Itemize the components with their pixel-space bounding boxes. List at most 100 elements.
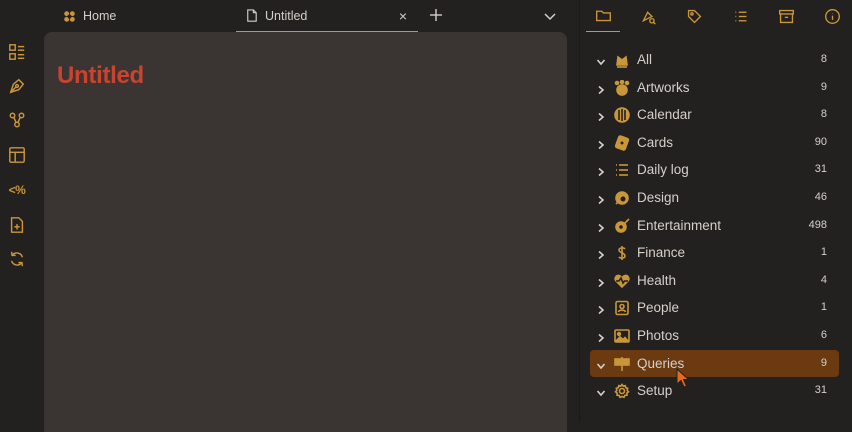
folder-item-health[interactable]: Health 4 <box>590 267 839 295</box>
chevron-down-icon[interactable] <box>596 386 606 397</box>
folder-label: People <box>637 300 680 316</box>
chevron-down-icon[interactable] <box>596 359 606 369</box>
chevron-right-icon[interactable] <box>596 110 606 122</box>
card-icon <box>614 135 630 151</box>
folder-count: 31 <box>814 384 827 397</box>
folder-label: Entertainment <box>637 217 722 233</box>
palette-icon <box>614 79 630 96</box>
entertainment-icon <box>614 217 630 234</box>
pen-icon[interactable] <box>7 76 27 96</box>
tab-untitled[interactable]: Untitled × <box>236 0 418 32</box>
right-panel-toolbar <box>580 0 852 32</box>
folder-count: 9 <box>820 356 827 369</box>
signpost-icon <box>614 356 630 372</box>
folder-item-artworks[interactable]: Artworks 9 <box>590 74 839 102</box>
folder-item-design[interactable]: Design 46 <box>590 184 839 212</box>
chevron-down-icon[interactable] <box>596 55 606 66</box>
folder-count: 1 <box>820 301 827 314</box>
folder-count: 31 <box>814 163 827 176</box>
tab-bar: Home Untitled × <box>34 0 567 32</box>
folder-item-photos[interactable]: Photos 6 <box>590 322 839 350</box>
folder-item-daily-log[interactable]: Daily log 31 <box>590 156 839 184</box>
home-icon <box>64 10 75 22</box>
folder-label: Photos <box>637 327 680 343</box>
info-tab-button[interactable] <box>822 6 842 26</box>
folder-item-setup[interactable]: Setup 31 <box>590 377 839 405</box>
folder-count: 4 <box>820 273 827 286</box>
new-tab-icon[interactable] <box>428 7 444 23</box>
dashboard-icon[interactable] <box>7 42 27 62</box>
folder-label: Health <box>637 272 677 288</box>
folder-item-queries[interactable]: Queries 9 <box>590 349 839 378</box>
folder-item-people[interactable]: People 1 <box>590 294 839 322</box>
left-ribbon: <% <box>0 0 34 422</box>
archive-tab-button[interactable] <box>776 6 796 26</box>
chevron-right-icon[interactable] <box>596 221 606 232</box>
folder-label: Design <box>637 189 680 205</box>
chevron-right-icon[interactable] <box>596 193 606 205</box>
folder-count: 1 <box>820 246 827 259</box>
gear-icon <box>614 383 630 399</box>
tab-home[interactable]: Home <box>62 0 116 32</box>
dollar-icon <box>614 245 630 261</box>
image-icon <box>614 328 630 344</box>
folder-label: Calendar <box>637 107 692 123</box>
folder-item-cards[interactable]: Cards 90 <box>590 129 839 157</box>
chevron-right-icon[interactable] <box>596 165 606 177</box>
template-label: <% <box>8 183 26 197</box>
calendar-icon <box>614 107 630 123</box>
folder-label: Artworks <box>637 79 690 95</box>
folder-count: 6 <box>820 328 827 341</box>
graph-icon[interactable] <box>7 110 27 130</box>
chevron-right-icon[interactable] <box>596 331 606 343</box>
chevron-right-icon[interactable] <box>596 248 606 260</box>
outline-tab-button[interactable] <box>730 6 750 26</box>
folder-label: All <box>637 52 653 67</box>
folder-count: 8 <box>820 53 827 65</box>
file-icon <box>247 9 257 22</box>
close-icon[interactable]: × <box>396 9 410 23</box>
folder-label: Finance <box>637 245 686 261</box>
list-icon <box>614 162 630 178</box>
chevron-right-icon[interactable] <box>596 276 606 287</box>
mouse-cursor-icon <box>676 367 690 390</box>
pane-divider[interactable] <box>579 0 580 422</box>
tag-tab-button[interactable] <box>684 6 704 26</box>
folder-tab-button[interactable] <box>586 0 620 32</box>
folder-count: 90 <box>814 135 827 148</box>
folder-count: 8 <box>820 108 827 121</box>
heart-icon <box>614 273 630 289</box>
folder-item-finance[interactable]: Finance 1 <box>590 239 839 267</box>
folder-label: Daily log <box>637 162 689 178</box>
template-icon[interactable]: <% <box>7 180 27 200</box>
list-icon <box>734 11 746 21</box>
folder-label: Setup <box>637 383 673 399</box>
folder-item-calendar[interactable]: Calendar 8 <box>590 101 839 129</box>
attribute-tab-button[interactable] <box>638 6 658 26</box>
tab-untitled-label: Untitled <box>265 8 308 23</box>
tag-icon <box>687 9 701 23</box>
note-title[interactable]: Untitled <box>57 62 144 90</box>
chevron-right-icon[interactable] <box>596 138 606 149</box>
folder-tree: All 8 Artworks 9 Calendar 8 Cards 90 Dai… <box>590 46 839 405</box>
archive-icon <box>778 9 794 23</box>
folder-icon <box>595 10 611 22</box>
new-note-icon[interactable] <box>7 215 27 235</box>
folder-item-all[interactable]: All 8 <box>590 46 839 74</box>
crown-icon <box>614 52 630 68</box>
info-icon <box>824 8 840 24</box>
sync-icon[interactable] <box>7 249 27 269</box>
folder-item-entertainment[interactable]: Entertainment 498 <box>590 212 839 240</box>
folder-count: 498 <box>808 218 827 231</box>
chevron-right-icon[interactable] <box>596 83 606 94</box>
person-icon <box>614 300 630 316</box>
folder-count: 9 <box>820 80 827 93</box>
folder-count: 46 <box>814 190 827 203</box>
tab-home-label: Home <box>83 9 117 23</box>
canvas-icon[interactable] <box>7 145 27 165</box>
chevron-down-icon[interactable] <box>543 9 557 23</box>
folder-label: Cards <box>637 134 674 150</box>
editor-pane[interactable]: Untitled <box>44 32 567 432</box>
attribute-icon <box>641 10 656 25</box>
chevron-right-icon[interactable] <box>596 303 606 315</box>
